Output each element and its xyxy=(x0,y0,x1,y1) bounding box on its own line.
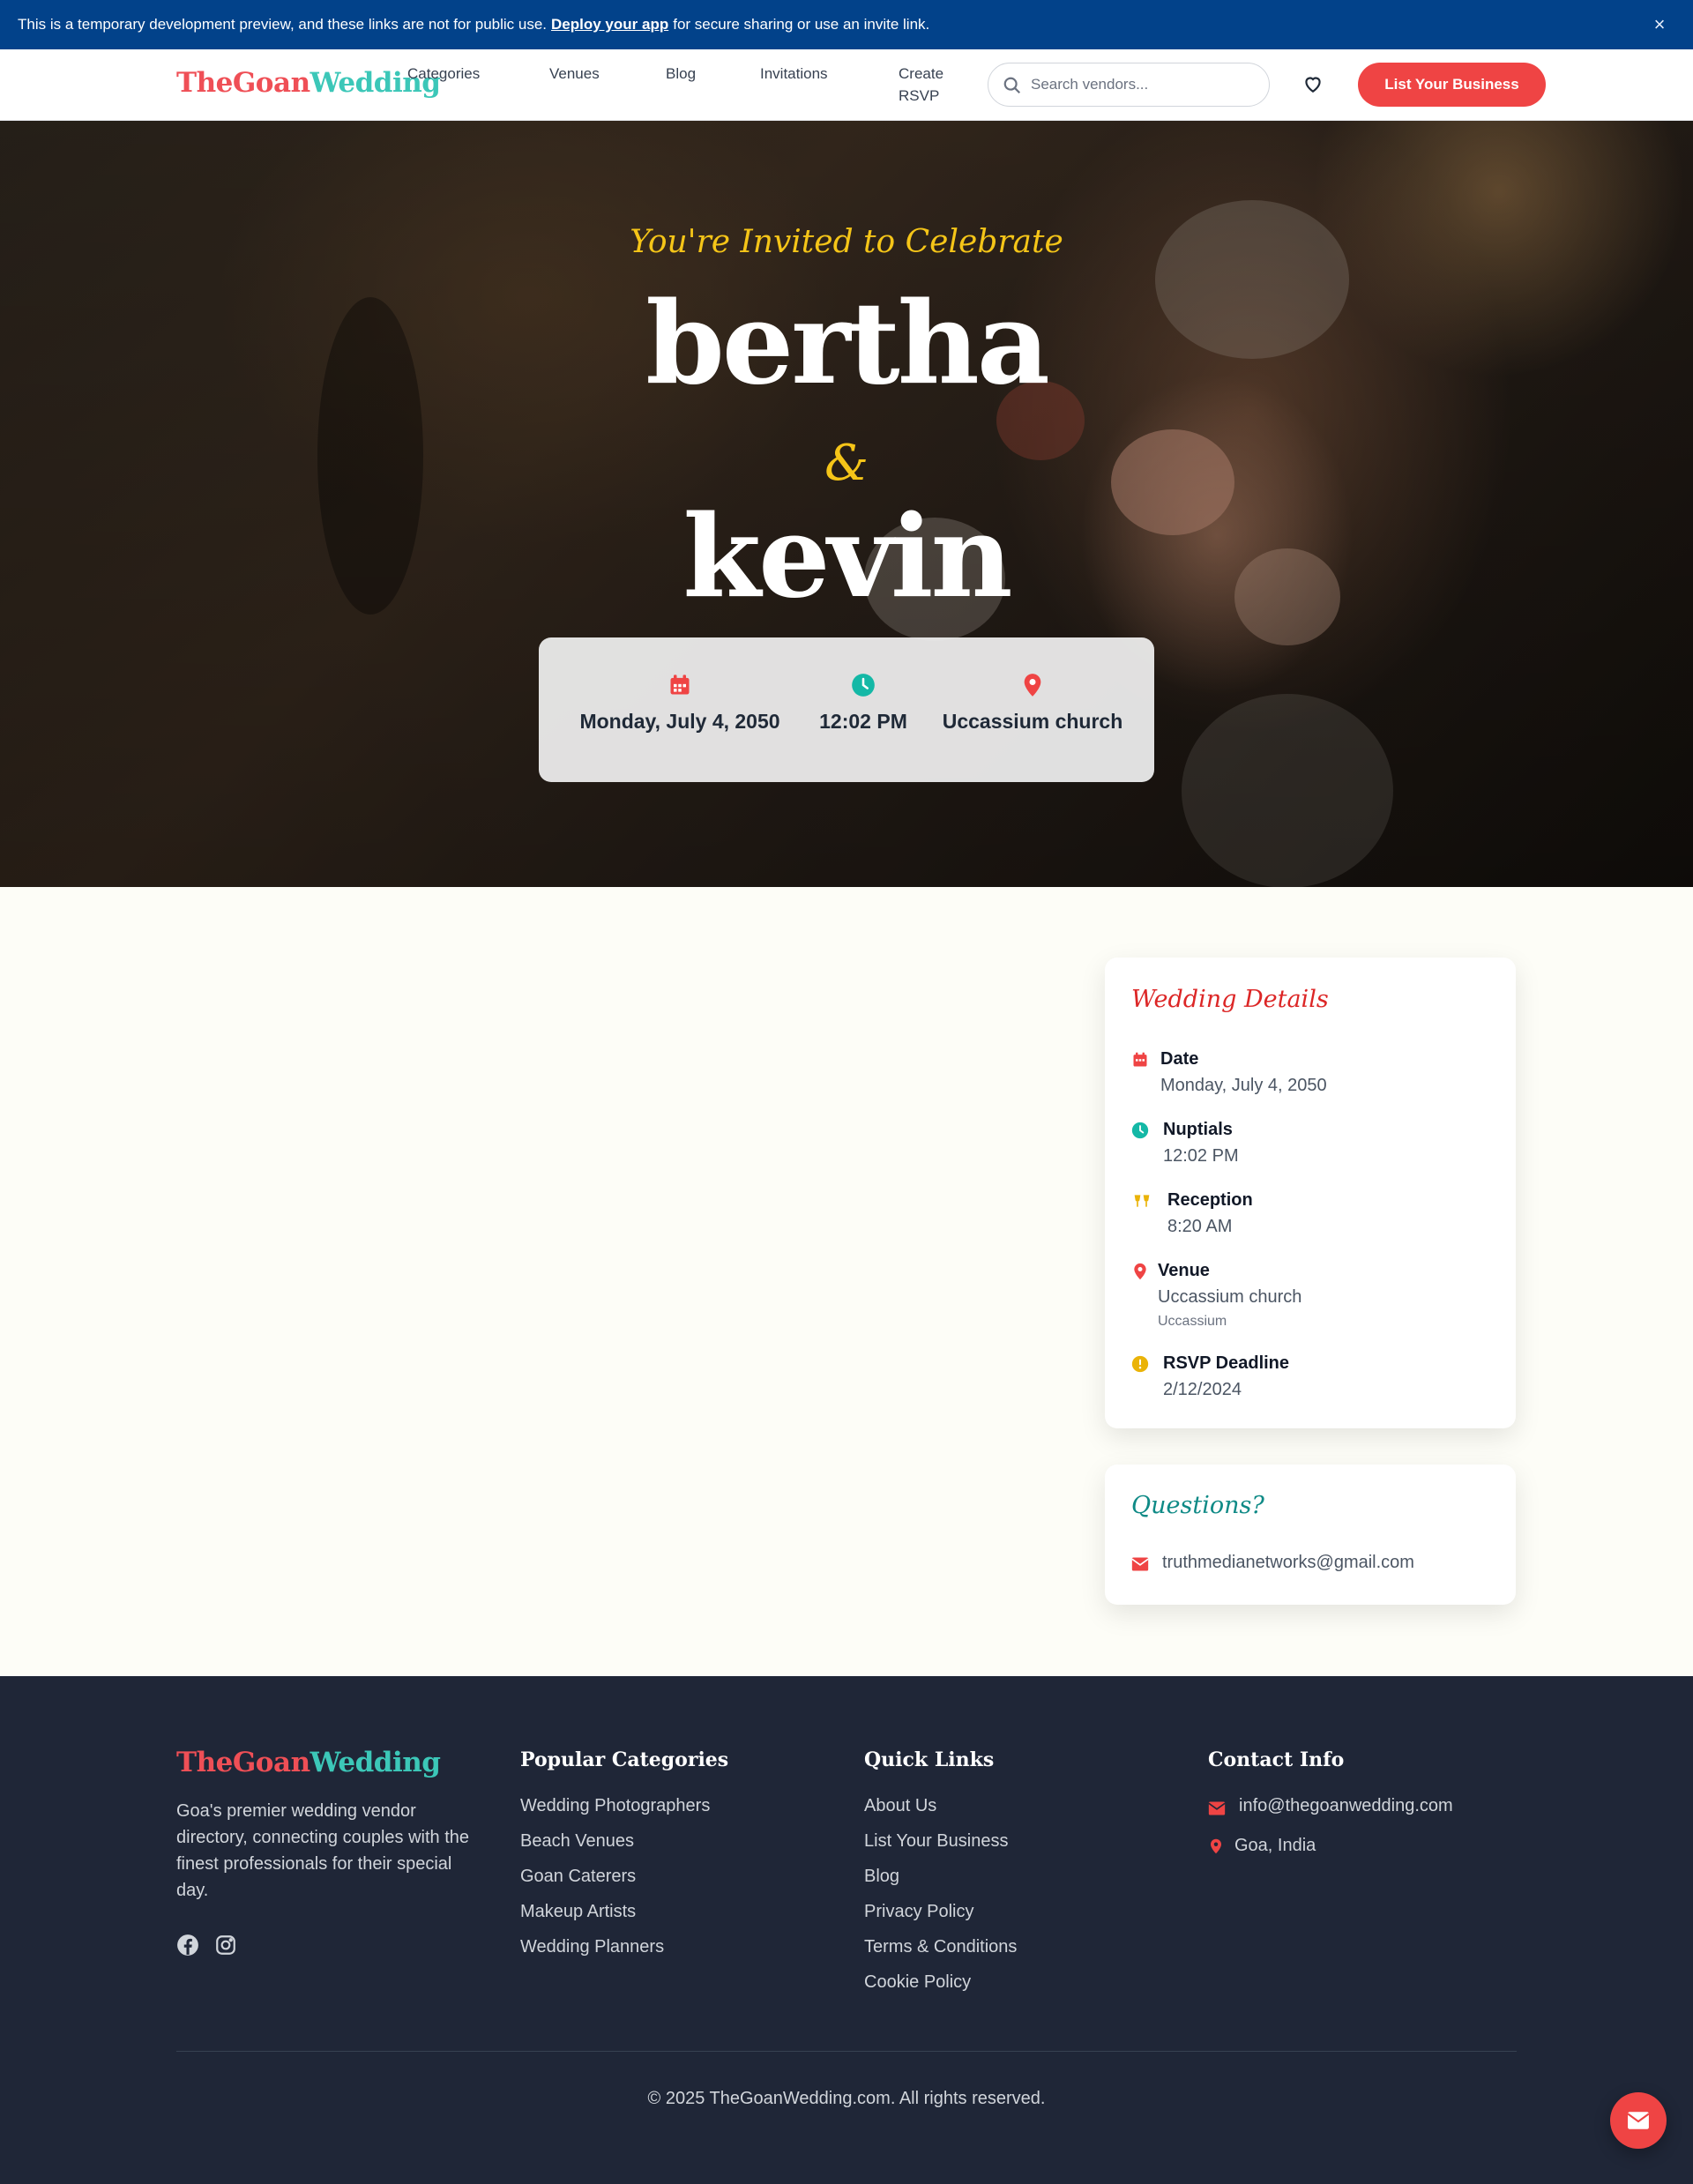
detail-rsvp-label: RSVP Deadline xyxy=(1163,1353,1290,1373)
detail-date-value: Monday, July 4, 2050 xyxy=(1160,1076,1327,1095)
heart-icon[interactable] xyxy=(1301,72,1324,95)
hero-name-2: kevin xyxy=(682,491,1012,623)
logo-part-1: TheGoan xyxy=(176,67,310,99)
footer-logo[interactable]: TheGoanWedding xyxy=(176,1747,441,1778)
footer-category-link[interactable]: Wedding Photographers xyxy=(520,1796,710,1816)
detail-nuptials-value: 12:02 PM xyxy=(1163,1146,1239,1166)
footer: TheGoanWedding Goa's premier wedding ven… xyxy=(0,1676,1693,2184)
footer-contact-title: Contact Info xyxy=(1208,1748,1345,1771)
detail-date-label: Date xyxy=(1160,1049,1199,1069)
footer-quick-link[interactable]: Cookie Policy xyxy=(864,1972,971,1993)
nav-blog[interactable]: Blog xyxy=(666,63,696,85)
hero-date-text: Monday, July 4, 2050 xyxy=(579,710,780,733)
nav-create-rsvp[interactable]: Create RSVP xyxy=(899,63,943,107)
banner-text-after: for secure sharing or use an invite link… xyxy=(673,16,930,33)
clock-icon xyxy=(1131,1122,1149,1139)
list-your-business-button[interactable]: List Your Business xyxy=(1358,63,1546,107)
hero-time-text: 12:02 PM xyxy=(819,710,907,733)
search-input[interactable]: Search vendors... xyxy=(988,63,1270,107)
navbar: TheGoanWedding Categories Venues Blog In… xyxy=(0,49,1693,121)
footer-quick-link[interactable]: About Us xyxy=(864,1796,936,1816)
nav-categories[interactable]: Categories xyxy=(407,63,480,85)
site-logo[interactable]: TheGoanWedding xyxy=(176,67,441,99)
footer-category-link[interactable]: Makeup Artists xyxy=(520,1902,636,1922)
wedding-details-title: Wedding Details xyxy=(1131,986,1329,1013)
location-pin-icon xyxy=(1134,1263,1146,1280)
detail-venue-label: Venue xyxy=(1158,1261,1210,1280)
questions-title: Questions? xyxy=(1131,1492,1264,1519)
footer-description: Goa's premier wedding vendor directory, … xyxy=(176,1801,470,1900)
create-rsvp-line-1: Create xyxy=(899,65,944,82)
detail-reception-value: 8:20 AM xyxy=(1167,1217,1233,1236)
search-icon xyxy=(1003,77,1021,94)
close-icon[interactable]: × xyxy=(1649,14,1670,35)
footer-contact-location: Goa, India xyxy=(1234,1836,1316,1855)
detail-reception-label: Reception xyxy=(1167,1190,1253,1210)
instagram-icon[interactable] xyxy=(214,1934,237,1957)
hero-ampersand: & xyxy=(824,435,869,492)
deploy-app-link[interactable]: Deploy your app xyxy=(551,16,668,34)
copyright-text: © 2025 TheGoanWedding.com. All rights re… xyxy=(647,2089,1046,2108)
footer-quick-link[interactable]: List Your Business xyxy=(864,1831,1008,1852)
location-pin-icon xyxy=(1024,674,1041,697)
footer-category-link[interactable]: Wedding Planners xyxy=(520,1937,664,1957)
questions-card: Questions? truthmedianetworks@gmail.com xyxy=(1105,1465,1516,1605)
hero-venue-text: Uccassium church xyxy=(942,710,1123,733)
footer-divider xyxy=(176,2051,1517,2052)
detail-rsvp-value: 2/12/2024 xyxy=(1163,1380,1242,1399)
hero-time: 12:02 PM xyxy=(815,673,912,734)
hero-info-card: Monday, July 4, 2050 12:02 PM Uccassium … xyxy=(539,637,1154,782)
detail-venue-sub: Uccassium xyxy=(1158,1314,1227,1329)
footer-quick-link[interactable]: Blog xyxy=(864,1867,899,1887)
footer-contact-email[interactable]: info@thegoanwedding.com xyxy=(1239,1796,1453,1816)
envelope-icon xyxy=(1208,1801,1226,1815)
search-placeholder: Search vendors... xyxy=(1031,76,1149,93)
footer-logo-part-1: TheGoan xyxy=(176,1747,310,1778)
nav-invitations[interactable]: Invitations xyxy=(760,63,828,85)
alert-circle-icon xyxy=(1131,1355,1149,1373)
envelope-icon xyxy=(1627,2112,1650,2129)
footer-quick-links-title: Quick Links xyxy=(864,1748,995,1771)
location-pin-icon xyxy=(1211,1838,1221,1854)
hero-section: You're Invited to Celebrate bertha & kev… xyxy=(0,121,1693,887)
footer-quick-link[interactable]: Privacy Policy xyxy=(864,1902,973,1922)
footer-categories-title: Popular Categories xyxy=(520,1748,729,1771)
facebook-icon[interactable] xyxy=(176,1934,199,1957)
glasses-cheers-icon xyxy=(1134,1195,1150,1207)
hero-venue: Uccassium church xyxy=(940,673,1125,734)
contact-fab-button[interactable] xyxy=(1610,2092,1667,2149)
detail-nuptials-label: Nuptials xyxy=(1163,1120,1233,1139)
calendar-icon xyxy=(670,675,690,695)
dev-preview-banner: This is a temporary development preview,… xyxy=(0,0,1693,49)
footer-logo-part-2: Wedding xyxy=(310,1747,441,1778)
hero-date: Monday, July 4, 2050 xyxy=(574,673,786,734)
envelope-icon xyxy=(1131,1557,1149,1571)
footer-category-link[interactable]: Goan Caterers xyxy=(520,1867,636,1887)
create-rsvp-line-2: RSVP xyxy=(899,87,940,104)
calendar-icon xyxy=(1133,1052,1147,1067)
footer-category-link[interactable]: Beach Venues xyxy=(520,1831,634,1852)
wedding-details-card: Wedding Details Date Monday, July 4, 205… xyxy=(1105,958,1516,1428)
footer-quick-link[interactable]: Terms & Conditions xyxy=(864,1937,1017,1957)
hero-name-1: bertha xyxy=(645,278,1050,410)
questions-email-link[interactable]: truthmedianetworks@gmail.com xyxy=(1162,1553,1414,1573)
hero-invite-text: You're Invited to Celebrate xyxy=(630,224,1063,260)
banner-text: This is a temporary development preview,… xyxy=(18,16,548,33)
clock-icon xyxy=(852,674,875,697)
nav-venues[interactable]: Venues xyxy=(549,63,600,85)
detail-venue-value: Uccassium church xyxy=(1158,1287,1302,1307)
